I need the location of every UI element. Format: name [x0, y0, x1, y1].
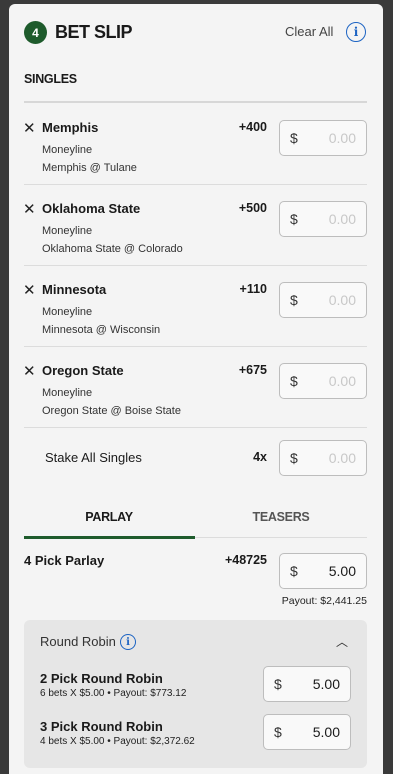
section-divider	[24, 101, 367, 103]
chevron-up-icon[interactable]: ︿	[336, 633, 348, 650]
stake-placeholder: 0.00	[328, 211, 356, 227]
currency-symbol: $	[290, 563, 298, 579]
stake-all-input[interactable]: $ 0.00	[279, 440, 367, 476]
stake-input[interactable]: $ 0.00	[279, 201, 367, 237]
selection-odds: +400	[238, 120, 267, 134]
round-robin-stake-input[interactable]: $ 5.00	[263, 714, 351, 750]
selection-odds: +500	[238, 201, 267, 215]
stake-input[interactable]: $ 0.00	[279, 363, 367, 399]
parlay-odds: +48725	[224, 553, 267, 567]
currency-symbol: $	[290, 373, 298, 389]
selection-team: Minnesota	[42, 282, 107, 297]
round-robin-stake-input[interactable]: $ 5.00	[263, 666, 351, 702]
stake-placeholder: 0.00	[328, 130, 356, 146]
selection-row: ✕ Memphis Moneyline Memphis @ Tulane +40…	[9, 104, 383, 185]
active-tab-indicator	[24, 536, 195, 539]
stake-placeholder: 0.00	[328, 373, 356, 389]
stake-input[interactable]: $ 0.00	[279, 120, 367, 156]
stake-placeholder: 0.00	[328, 450, 356, 466]
selection-odds: +110	[239, 282, 267, 296]
selection-matchup: Minnesota @ Wisconsin	[42, 324, 161, 336]
selection-matchup: Oregon State @ Boise State	[42, 405, 181, 417]
round-robin-title[interactable]: Round Robin	[40, 634, 116, 649]
remove-selection-icon[interactable]: ✕	[23, 283, 36, 298]
round-robin-info-icon[interactable]: i	[120, 634, 136, 650]
selection-market: Moneyline	[42, 225, 93, 237]
stake-placeholder: 0.00	[328, 292, 356, 308]
selection-row: ✕ Oklahoma State Moneyline Oklahoma Stat…	[9, 185, 383, 266]
parlay-payout: Payout: $2,441.25	[281, 595, 367, 607]
selection-row: ✕ Oregon State Moneyline Oregon State @ …	[9, 347, 383, 428]
selection-odds: +675	[238, 363, 267, 377]
remove-selection-icon[interactable]: ✕	[23, 202, 36, 217]
stake-input[interactable]: $ 0.00	[279, 282, 367, 318]
selection-market: Moneyline	[42, 306, 93, 318]
remove-selection-icon[interactable]: ✕	[23, 121, 36, 136]
stake-all-multiplier: 4x	[253, 450, 267, 464]
row-divider	[24, 427, 367, 428]
round-robin-item-label: 2 Pick Round Robin	[40, 671, 163, 686]
round-robin-stake-value: 5.00	[312, 676, 340, 692]
round-robin-item-detail: 6 bets X $5.00 • Payout: $773.12	[40, 688, 187, 699]
tab-teasers[interactable]: TEASERS	[196, 510, 366, 524]
parlay-stake-input[interactable]: $ 5.00	[279, 553, 367, 589]
remove-selection-icon[interactable]: ✕	[23, 364, 36, 379]
tab-parlay[interactable]: PARLAY	[24, 510, 194, 524]
currency-symbol: $	[290, 292, 298, 308]
round-robin-panel: Round Robin i ︿ 2 Pick Round Robin 6 bet…	[24, 620, 367, 768]
currency-symbol: $	[290, 450, 298, 466]
currency-symbol: $	[274, 724, 282, 740]
parlay-stake-value: 5.00	[328, 563, 356, 579]
singles-section-title: SINGLES	[24, 72, 77, 86]
selection-team: Oklahoma State	[42, 201, 141, 216]
round-robin-item-label: 3 Pick Round Robin	[40, 719, 163, 734]
currency-symbol: $	[290, 130, 298, 146]
bet-slip-title: BET SLIP	[55, 22, 133, 42]
selection-matchup: Memphis @ Tulane	[42, 162, 137, 174]
selection-team: Oregon State	[42, 363, 124, 378]
round-robin-stake-value: 5.00	[312, 724, 340, 740]
currency-symbol: $	[274, 676, 282, 692]
clear-all-button[interactable]: Clear All	[285, 24, 333, 39]
selection-market: Moneyline	[42, 387, 93, 399]
stake-all-label: Stake All Singles	[45, 450, 142, 465]
bet-slip-panel: 4 BET SLIP Clear All i SINGLES ✕ Memphis…	[9, 4, 383, 774]
selection-row: ✕ Minnesota Moneyline Minnesota @ Wiscon…	[9, 266, 383, 347]
tab-underline	[195, 537, 367, 538]
selection-market: Moneyline	[42, 144, 93, 156]
currency-symbol: $	[290, 211, 298, 227]
selection-count-badge: 4	[24, 21, 47, 44]
parlay-label: 4 Pick Parlay	[24, 553, 105, 568]
selection-team: Memphis	[42, 120, 99, 135]
selection-matchup: Oklahoma State @ Colorado	[42, 243, 183, 255]
round-robin-item-detail: 4 bets X $5.00 • Payout: $2,372.62	[40, 736, 195, 747]
info-icon[interactable]: i	[346, 22, 366, 42]
